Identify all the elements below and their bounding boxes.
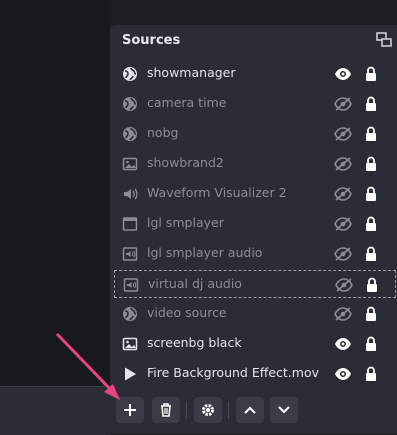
annotation-arrow-icon (55, 332, 120, 400)
